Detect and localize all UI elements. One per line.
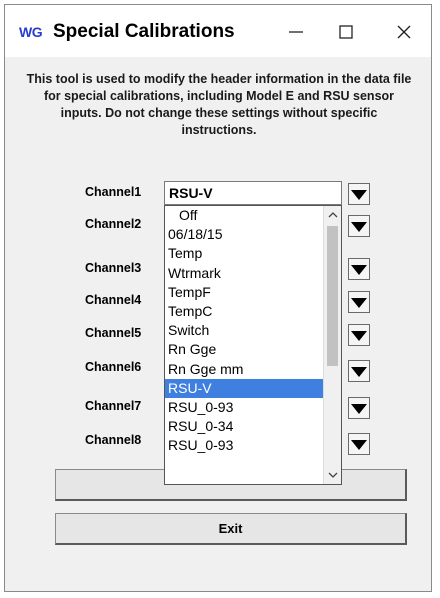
- minimize-icon: [289, 31, 303, 33]
- dropdown-scrollbar[interactable]: [323, 206, 341, 484]
- exit-button[interactable]: Exit: [55, 513, 407, 545]
- channel5-label: Channel5: [85, 326, 142, 340]
- close-icon: [397, 25, 411, 39]
- dropdown-option[interactable]: 06/18/15: [165, 225, 323, 244]
- dropdown-option[interactable]: Rn Gge mm: [165, 360, 323, 379]
- triangle-down-icon: [351, 264, 367, 275]
- channel2-label: Channel2: [85, 217, 142, 231]
- dropdown-option[interactable]: Switch: [165, 321, 323, 340]
- chevron-down-icon: [328, 472, 337, 478]
- dropdown-option[interactable]: Wtrmark: [165, 264, 323, 283]
- maximize-button[interactable]: [327, 17, 365, 47]
- dropdown-option[interactable]: Rn Gge: [165, 340, 323, 359]
- channel8-label: Channel8: [85, 433, 142, 447]
- dropdown-options: Off 06/18/15 Temp Wtrmark TempF TempC Switch Rn…: [165, 206, 323, 484]
- special-calibrations-window: WG Special Calibrations This tool is use…: [4, 4, 432, 592]
- scroll-down-button[interactable]: [324, 466, 341, 484]
- triangle-down-icon: [351, 297, 367, 308]
- channel4-label: Channel4: [85, 293, 142, 307]
- app-logo: WG: [19, 24, 43, 40]
- dropdown-option[interactable]: RSU_0-93: [165, 398, 323, 417]
- triangle-down-icon: [351, 403, 367, 414]
- channel1-label: Channel1: [85, 185, 142, 199]
- dropdown-option[interactable]: RSU_0-93: [165, 436, 323, 455]
- triangle-down-icon: [351, 366, 367, 377]
- close-button[interactable]: [385, 17, 423, 47]
- instructions-text: This tool is used to modify the header i…: [26, 72, 412, 137]
- channel6-label: Channel6: [85, 360, 142, 374]
- channel1-dropdown-list[interactable]: Off 06/18/15 Temp Wtrmark TempF TempC Switch Rn…: [164, 205, 342, 485]
- channel6-dropdown-button[interactable]: [348, 360, 370, 382]
- dropdown-option[interactable]: RSU-V: [165, 378, 323, 398]
- channel7-label: Channel7: [85, 399, 142, 413]
- channel5-dropdown-button[interactable]: [348, 324, 370, 346]
- channel4-dropdown-button[interactable]: [348, 291, 370, 313]
- triangle-down-icon: [351, 189, 367, 200]
- scroll-thumb[interactable]: [327, 226, 338, 366]
- channel2-dropdown-button[interactable]: [348, 215, 370, 237]
- dropdown-option[interactable]: RSU_0-34: [165, 417, 323, 436]
- window-title: Special Calibrations: [53, 21, 235, 42]
- channel1-select[interactable]: RSU-V: [164, 181, 342, 205]
- channel3-label: Channel3: [85, 261, 142, 275]
- channel3-dropdown-button[interactable]: [348, 258, 370, 280]
- dropdown-option[interactable]: Off: [165, 206, 323, 225]
- scroll-up-button[interactable]: [324, 206, 341, 224]
- triangle-down-icon: [351, 439, 367, 450]
- title-bar[interactable]: WG Special Calibrations: [5, 5, 431, 57]
- dropdown-option[interactable]: TempF: [165, 283, 323, 302]
- channel1-dropdown-button[interactable]: [348, 183, 370, 205]
- maximize-icon: [339, 25, 353, 39]
- dropdown-option[interactable]: Temp: [165, 244, 323, 263]
- channel7-dropdown-button[interactable]: [348, 397, 370, 419]
- channel8-dropdown-button[interactable]: [348, 433, 370, 455]
- triangle-down-icon: [351, 330, 367, 341]
- chevron-up-icon: [328, 212, 337, 218]
- dropdown-option[interactable]: TempC: [165, 302, 323, 321]
- triangle-down-icon: [351, 221, 367, 232]
- minimize-button[interactable]: [277, 17, 315, 47]
